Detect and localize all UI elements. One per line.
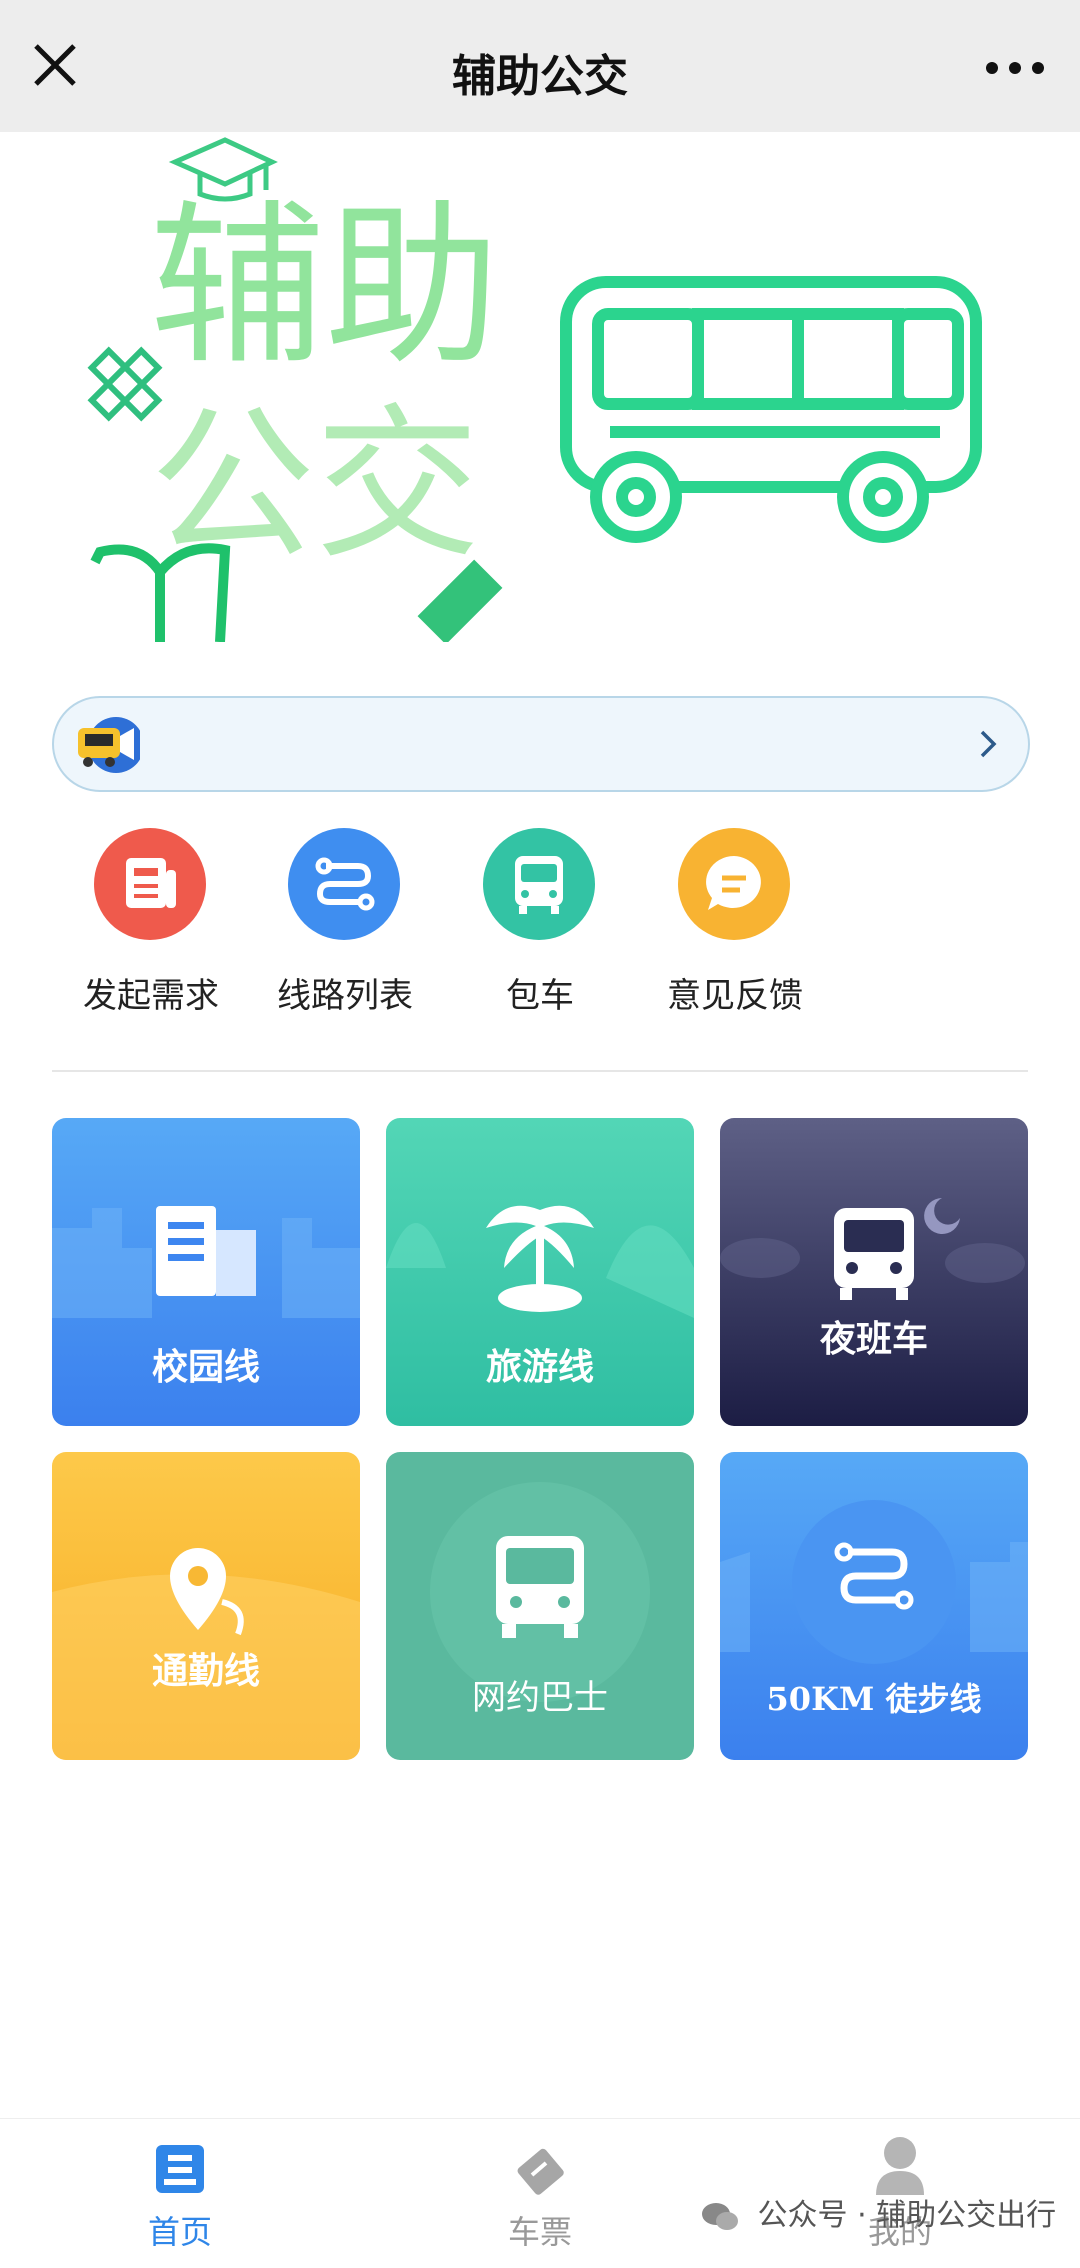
chevron-right-icon bbox=[980, 730, 997, 758]
tile-label: 网约巴士 bbox=[472, 1678, 608, 1718]
top-bar: 辅助公交 bbox=[0, 0, 1080, 132]
quick-action-feedback[interactable]: 意见反馈 bbox=[650, 828, 820, 1018]
bus-icon bbox=[720, 1198, 1025, 1300]
quick-action-label: 包车 bbox=[506, 976, 574, 1016]
nav-tickets[interactable]: 车票 bbox=[440, 2119, 640, 2268]
watermark: 公众号 · 辅助公交出行 bbox=[700, 2190, 1056, 2234]
tile-label: 50KM 徒步线 bbox=[766, 1680, 982, 1718]
bus-illustration bbox=[560, 276, 982, 543]
nav-home[interactable]: 首页 bbox=[80, 2119, 280, 2268]
mascot-megaphone-icon bbox=[78, 717, 140, 773]
wechat-icon bbox=[702, 2202, 738, 2230]
location-pin-icon bbox=[52, 1548, 360, 1760]
document-icon bbox=[94, 828, 206, 940]
ruler-pencil-icon bbox=[87, 346, 163, 422]
watermark-text: 公众号 · 辅助公交出行 bbox=[757, 2198, 1057, 2233]
nav-label: 首页 bbox=[147, 2213, 212, 2251]
notice-bar[interactable] bbox=[52, 696, 1030, 792]
more-dots-icon bbox=[986, 62, 1044, 74]
tile-campus-line[interactable]: 校园线 bbox=[52, 1118, 360, 1426]
ticket-icon bbox=[517, 2148, 564, 2195]
tile-commute-line[interactable]: 通勤线 bbox=[52, 1452, 360, 1760]
banner-text-1: 辅助 bbox=[150, 191, 500, 385]
quick-action-request[interactable]: 发起需求 bbox=[66, 828, 236, 1018]
page-title: 辅助公交 bbox=[452, 51, 628, 102]
tile-label: 校园线 bbox=[151, 1347, 260, 1388]
user-icon bbox=[876, 2137, 924, 2195]
banner-text-2: 公交 bbox=[150, 395, 480, 578]
route-icon bbox=[288, 828, 400, 940]
tile-night-bus[interactable]: 夜班车 bbox=[720, 1118, 1028, 1426]
divider bbox=[52, 1070, 1028, 1072]
tile-label: 旅游线 bbox=[485, 1347, 594, 1388]
nav-label: 车票 bbox=[507, 2213, 572, 2251]
quick-action-label: 意见反馈 bbox=[667, 976, 803, 1016]
bus-icon bbox=[483, 828, 595, 940]
chat-bubble-icon bbox=[678, 828, 790, 940]
tile-label: 通勤线 bbox=[151, 1651, 260, 1692]
quick-action-label: 发起需求 bbox=[83, 976, 219, 1016]
quick-action-label: 线路列表 bbox=[277, 976, 413, 1016]
banner[interactable]: 辅助 公交 bbox=[0, 132, 1080, 645]
home-icon bbox=[156, 2145, 204, 2193]
tile-label: 夜班车 bbox=[819, 1319, 928, 1360]
quick-action-route-list[interactable]: 线路列表 bbox=[260, 828, 430, 1018]
tile-ride-hailing-bus[interactable]: 网约巴士 bbox=[386, 1452, 694, 1760]
tile-tourism-line[interactable]: 旅游线 bbox=[386, 1118, 694, 1426]
tile-hiking-line[interactable]: 50KM 徒步线 bbox=[720, 1452, 1028, 1760]
more-button[interactable] bbox=[970, 36, 1060, 96]
quick-action-charter[interactable]: 包车 bbox=[455, 828, 625, 1018]
